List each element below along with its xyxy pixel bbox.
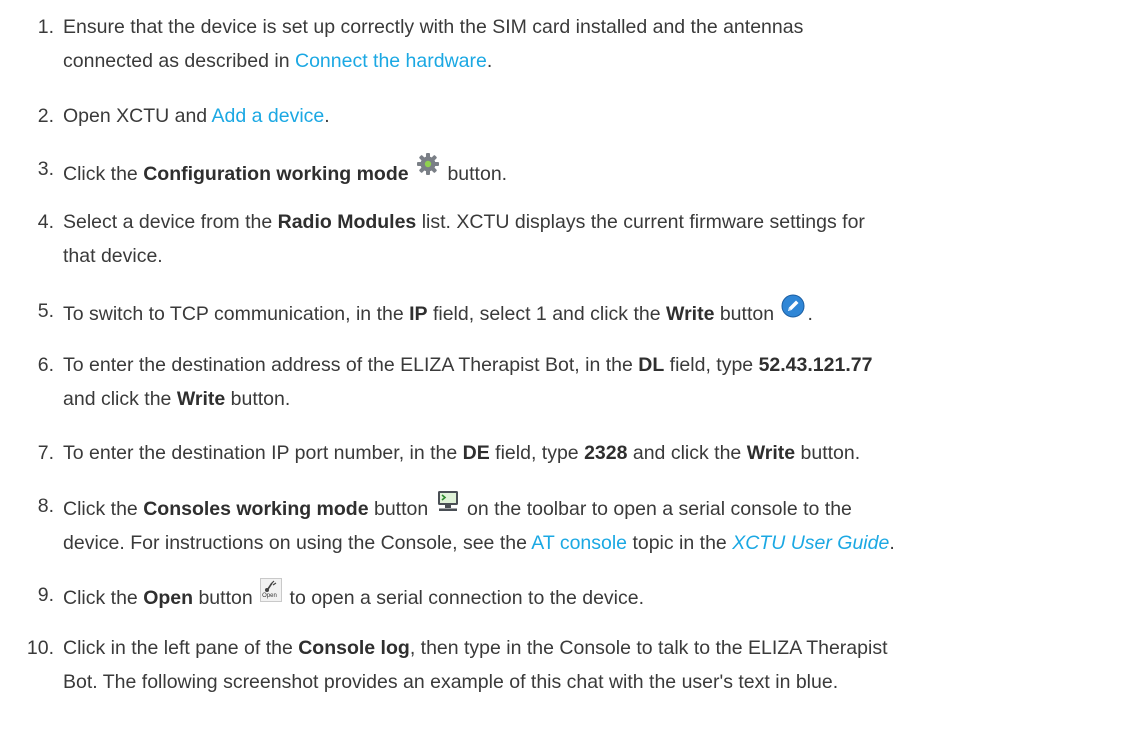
write-button-label: Write — [666, 303, 715, 325]
step-text-line: Bot. The following screenshot provides a… — [63, 671, 839, 693]
step-text-line: To enter the destination IP port number,… — [63, 442, 463, 464]
write-pencil-icon — [781, 294, 805, 329]
step-number: 10. — [26, 637, 54, 659]
step-number: 3. — [37, 158, 54, 180]
at-console-link[interactable]: AT console — [531, 532, 627, 554]
step-text-line: button — [368, 498, 434, 520]
step-text: Ensure that the device is set up correct… — [63, 10, 1123, 78]
step-number: 8. — [37, 495, 54, 517]
step-text-punct: . — [486, 50, 493, 72]
step-number: 9. — [37, 584, 54, 606]
step-text-line: To enter the destination address of the … — [63, 354, 639, 376]
step-text-line: Click in the left pane of the — [63, 637, 299, 659]
step-text: Open XCTU and Add a device. — [63, 99, 1123, 133]
write-button-label: Write — [176, 388, 226, 410]
step-text-line: Ensure that the device is set up correct… — [63, 16, 804, 38]
step-text-line: field, select 1 and click the — [427, 303, 667, 325]
step-text: Click in the left pane of the Console lo… — [63, 631, 1123, 699]
consoles-working-mode-label: Consoles working mode — [143, 498, 369, 520]
step-text-line: Click the — [63, 587, 144, 609]
step-text-punct: . — [889, 532, 895, 554]
step-text-line: , then type in the Console to talk to th… — [409, 637, 888, 659]
step-number: 6. — [37, 354, 54, 376]
step-text-line: Click the — [63, 163, 144, 185]
step-text-line: button. — [225, 388, 291, 410]
step-text-line: to open a serial connection to the devic… — [284, 587, 645, 609]
step-text: To enter the destination address of the … — [63, 348, 1123, 416]
destination-address-value: 52.43.121.77 — [758, 354, 873, 376]
step-text-line: field, type — [664, 354, 759, 376]
step-text-punct: . — [807, 303, 813, 325]
connect-hardware-link[interactable]: Connect the hardware — [295, 50, 487, 72]
step-text-line: and click the — [63, 388, 177, 410]
xctu-user-guide-link[interactable]: XCTU User Guide — [732, 532, 889, 554]
step-text-line: and click the — [627, 442, 747, 464]
open-icon-label: Open — [262, 593, 277, 599]
de-field-label: DE — [462, 442, 490, 464]
step-number: 1. — [37, 16, 54, 38]
step-text-line: device. For instructions on using the Co… — [63, 532, 532, 554]
step-text-line: button. — [795, 442, 861, 464]
step-text-line: To switch to TCP communication, in the — [63, 303, 410, 325]
console-log-label: Console log — [298, 637, 410, 659]
step-text-line: button. — [442, 163, 508, 185]
step-number: 2. — [37, 105, 54, 127]
step-text: To enter the destination IP port number,… — [63, 436, 1123, 470]
write-button-label: Write — [746, 442, 796, 464]
open-connection-icon: Open — [260, 578, 283, 602]
step-text-line: field, type — [489, 442, 585, 464]
step-text-line: list. XCTU displays the current firmware… — [416, 211, 865, 233]
radio-modules-label: Radio Modules — [277, 211, 417, 233]
step-text-line: Click the — [63, 498, 144, 520]
step-text-line: that device. — [63, 245, 163, 267]
gear-icon — [416, 152, 440, 187]
add-device-link[interactable]: Add a device — [212, 105, 325, 127]
step-text: Click the Consoles working mode button o… — [63, 489, 1123, 560]
step-text: To switch to TCP communication, in the I… — [63, 294, 1123, 331]
step-text-line: Select a device from the — [63, 211, 278, 233]
step-text-line: button — [714, 303, 780, 325]
step-text-line: on the toolbar to open a serial console … — [461, 498, 852, 520]
dl-field-label: DL — [638, 354, 665, 376]
step-text-line: topic in the — [627, 532, 733, 554]
step-text-line: Open XCTU and — [63, 105, 212, 127]
step-text-punct: . — [324, 105, 330, 127]
step-text: Select a device from the Radio Modules l… — [63, 205, 1123, 273]
step-number: 5. — [37, 300, 54, 322]
port-number-value: 2328 — [584, 442, 628, 464]
step-text-line: connected as described in — [63, 50, 295, 72]
config-working-mode-label: Configuration working mode — [143, 163, 409, 185]
step-number: 4. — [37, 211, 54, 233]
step-text-line: button — [193, 587, 259, 609]
step-text: Click the Open button Open to open a ser… — [63, 578, 1123, 615]
step-number: 7. — [37, 442, 54, 464]
step-text: Click the Configuration working mode but… — [63, 152, 1123, 191]
open-button-label: Open — [143, 587, 194, 609]
ip-field-label: IP — [409, 303, 428, 325]
console-monitor-icon — [436, 489, 460, 524]
